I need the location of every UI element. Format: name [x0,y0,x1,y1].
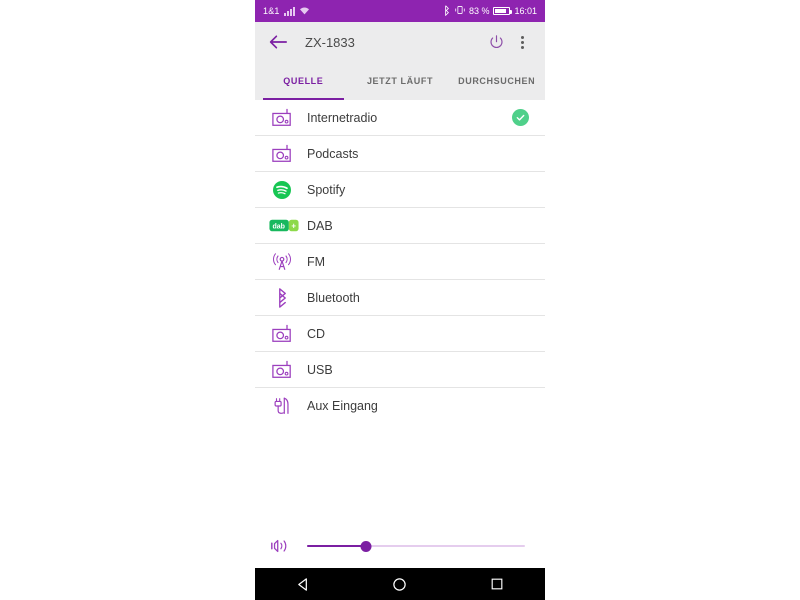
phone-screen: 1&1 83 % 16:01 ZX-1833 QUELLE JETZT LÄUF… [255,0,545,600]
wifi-icon [299,6,310,17]
list-item-usb[interactable]: USB [255,352,545,388]
list-item-label: Internetradio [307,110,378,125]
status-bar-left: 1&1 [263,6,310,17]
list-item-cd[interactable]: CD [255,316,545,352]
volume-bar [255,524,545,568]
svg-text:dab: dab [272,223,285,230]
tab-bar: QUELLE JETZT LÄUFT DURCHSUCHEN [255,62,545,100]
battery-icon [493,7,513,15]
page-title: ZX-1833 [305,34,355,50]
list-item-spotify[interactable]: Spotify [255,172,545,208]
volume-icon[interactable] [267,534,293,558]
power-button[interactable] [483,29,509,55]
selected-check-icon [512,109,529,126]
list-item-aux-eingang[interactable]: Aux Eingang [255,388,545,424]
volume-fill [307,545,366,547]
status-bar-right: 83 % 16:01 [443,4,537,18]
spotify-icon [269,178,295,202]
bluetooth-icon [269,286,295,310]
list-item-fm[interactable]: FM [255,244,545,280]
more-vert-icon [520,35,524,49]
list-item-label: FM [307,254,326,269]
list-item-podcasts[interactable]: Podcasts [255,136,545,172]
more-vert-button[interactable] [509,29,535,55]
list-item-label: CD [307,326,326,341]
tab-quelle[interactable]: QUELLE [255,62,352,100]
screenshot-canvas: 1&1 83 % 16:01 ZX-1833 QUELLE JETZT LÄUF… [0,0,800,600]
nav-back-button[interactable] [283,568,323,600]
battery-percent-label: 83 % [468,6,490,16]
list-item-label: USB [307,362,333,377]
antenna-icon [269,250,295,274]
app-bar: ZX-1833 [255,22,545,62]
list-item-label: Podcasts [307,146,359,161]
list-item-label: Spotify [307,182,346,197]
tab-durchsuchen[interactable]: DURCHSUCHEN [448,62,545,100]
list-item-label: DAB [307,218,333,233]
back-button[interactable] [265,29,291,55]
nav-recents-button[interactable] [477,568,517,600]
radio-icon [269,142,295,166]
list-item-bluetooth[interactable]: Bluetooth [255,280,545,316]
clock-label: 16:01 [514,6,537,16]
radio-icon [269,106,295,130]
signal-bars-icon [283,6,295,16]
status-bar: 1&1 83 % 16:01 [255,0,545,22]
svg-text:+: + [291,222,296,231]
list-item-label: Aux Eingang [307,399,378,413]
radio-icon [269,322,295,346]
radio-icon [269,358,295,382]
android-nav-bar [255,568,545,600]
aux-plug-icon [269,394,295,418]
list-item-dab[interactable]: dab + DAB [255,208,545,244]
list-item-internetradio[interactable]: Internetradio [255,100,545,136]
vibrate-icon [455,5,465,17]
volume-thumb[interactable] [360,540,372,552]
carrier-label: 1&1 [263,6,280,16]
source-list: Internetradio Podcasts Spotify dab + DAB… [255,100,545,524]
list-item-label: Bluetooth [307,290,360,305]
volume-slider[interactable] [307,537,525,555]
dab-plus-icon: dab + [269,214,299,238]
tab-jetzt-laeuft[interactable]: JETZT LÄUFT [352,62,449,100]
bluetooth-icon [443,4,451,18]
nav-home-button[interactable] [380,568,420,600]
